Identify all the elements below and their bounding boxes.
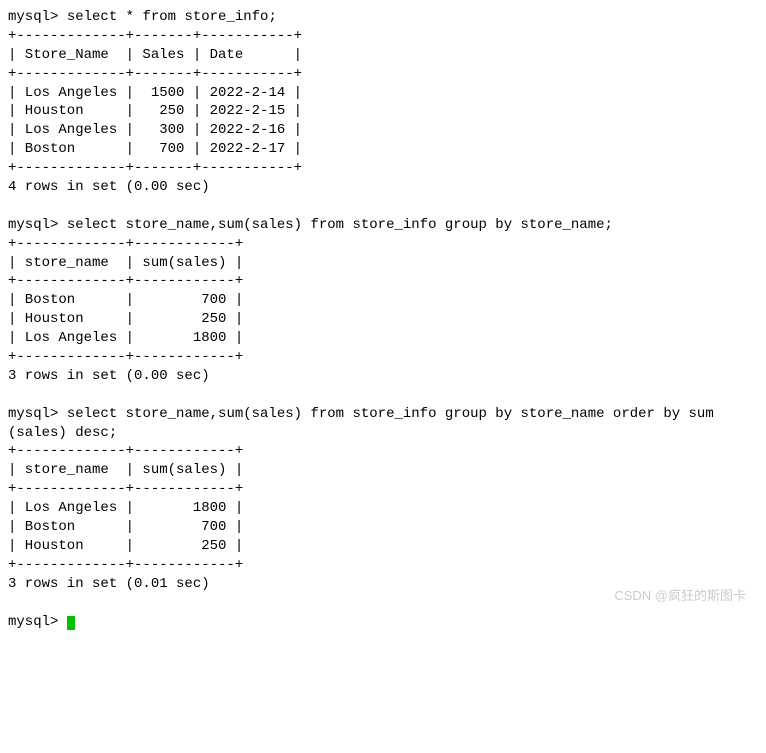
table-row: | Los Angeles | 1500 | 2022-2-14 | bbox=[8, 85, 302, 101]
table-border: +-------------+-------+-----------+ bbox=[8, 66, 302, 82]
table-border: +-------------+------------+ bbox=[8, 236, 243, 252]
table-row: | Boston | 700 | bbox=[8, 519, 243, 535]
table-border: +-------------+-------+-----------+ bbox=[8, 160, 302, 176]
table-row: | Boston | 700 | 2022-2-17 | bbox=[8, 141, 302, 157]
table-header: | Store_Name | Sales | Date | bbox=[8, 47, 302, 63]
table-row: | Los Angeles | 1800 | bbox=[8, 330, 243, 346]
result-summary: 3 rows in set (0.01 sec) bbox=[8, 576, 210, 592]
table-row: | Houston | 250 | 2022-2-15 | bbox=[8, 103, 302, 119]
watermark: CSDN @疯狂的斯图卡 bbox=[614, 587, 746, 605]
result-summary: 3 rows in set (0.00 sec) bbox=[8, 368, 210, 384]
table-border: +-------------+------------+ bbox=[8, 273, 243, 289]
table-border: +-------------+-------+-----------+ bbox=[8, 28, 302, 44]
table-row: | Los Angeles | 300 | 2022-2-16 | bbox=[8, 122, 302, 138]
sql-query-2: select store_name,sum(sales) from store_… bbox=[67, 217, 613, 233]
table-row: | Boston | 700 | bbox=[8, 292, 243, 308]
sql-query-1: select * from store_info; bbox=[67, 9, 277, 25]
mysql-prompt: mysql> bbox=[8, 406, 58, 422]
mysql-prompt: mysql> bbox=[8, 9, 58, 25]
result-summary: 4 rows in set (0.00 sec) bbox=[8, 179, 210, 195]
table-border: +-------------+------------+ bbox=[8, 443, 243, 459]
table-header: | store_name | sum(sales) | bbox=[8, 255, 243, 271]
sql-query-3: select store_name,sum(sales) from store_… bbox=[8, 406, 714, 441]
table-row: | Houston | 250 | bbox=[8, 311, 243, 327]
table-border: +-------------+------------+ bbox=[8, 557, 243, 573]
table-border: +-------------+------------+ bbox=[8, 349, 243, 365]
terminal-cursor[interactable] bbox=[67, 616, 75, 630]
table-row: | Houston | 250 | bbox=[8, 538, 243, 554]
table-header: | store_name | sum(sales) | bbox=[8, 462, 243, 478]
mysql-prompt: mysql> bbox=[8, 217, 58, 233]
table-border: +-------------+------------+ bbox=[8, 481, 243, 497]
table-row: | Los Angeles | 1800 | bbox=[8, 500, 243, 516]
mysql-prompt: mysql> bbox=[8, 614, 58, 630]
